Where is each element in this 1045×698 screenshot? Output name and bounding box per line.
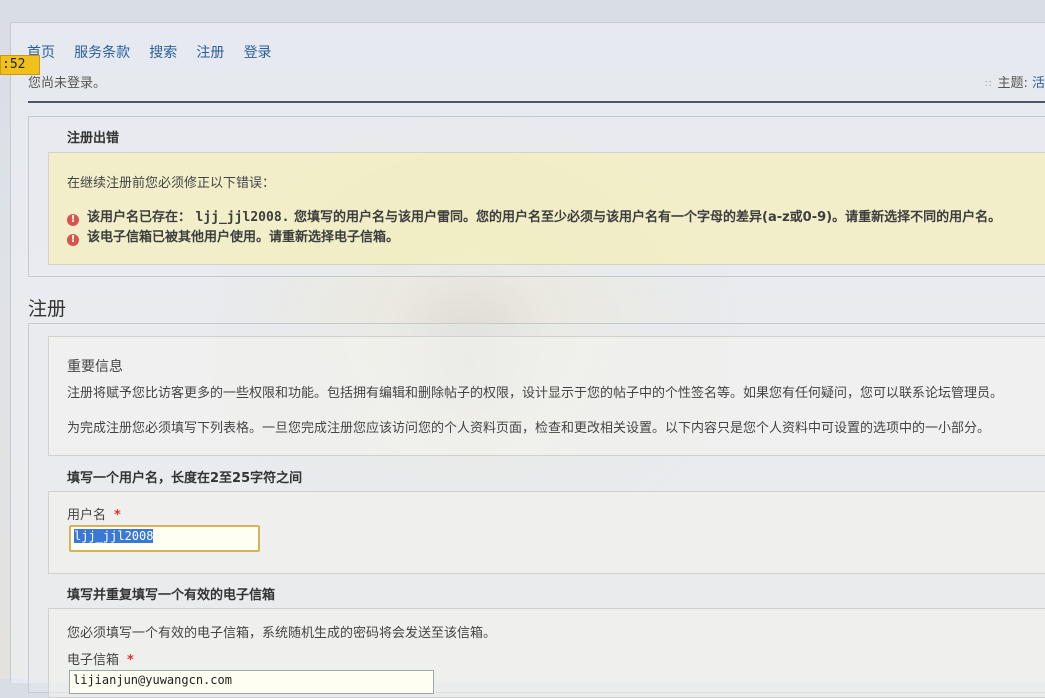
clock-badge: :52	[0, 55, 40, 75]
nav-search-link[interactable]: 搜索	[149, 45, 177, 61]
nav-login-link[interactable]: 登录	[244, 45, 272, 61]
page-title: 注册	[28, 298, 67, 320]
error-icon: !	[67, 214, 79, 226]
email-label: 电子信箱	[67, 653, 120, 668]
username-section-title: 填写一个用户名，长度在2至25字符之间	[67, 471, 303, 486]
error-item-email: ! 该电子信箱已被其他用户使用。请重新选择电子信箱。	[67, 226, 399, 246]
nav-register-link[interactable]: 注册	[196, 45, 224, 61]
username-value: ljj_jjl2008	[74, 529, 154, 543]
error-intro: 在继续注册前您必须修正以下错误：	[67, 176, 276, 191]
register-panel: 重要信息 注册将赋予您比访客更多的一些权限和功能。包括拥有编辑和删除帖子的权限，…	[28, 323, 1045, 698]
username-label: 用户名	[67, 508, 107, 523]
grip-icon: ∷	[985, 79, 992, 90]
top-navigation: 首页 服务条款 搜索 注册 登录	[27, 42, 287, 62]
username-label-row: 用户名 *	[67, 504, 121, 523]
email-input[interactable]: lijianjun@yuwangcn.com	[69, 670, 434, 694]
info-paragraph-1: 注册将赋予您比访客更多的一些权限和功能。包括拥有编辑和删除帖子的权限，设计显示于…	[67, 386, 1004, 401]
info-box: 重要信息 注册将赋予您比访客更多的一些权限和功能。包括拥有编辑和删除帖子的权限，…	[48, 336, 1045, 456]
required-marker: *	[127, 653, 134, 668]
username-box: 用户名 * ljj_jjl2008	[48, 491, 1045, 574]
error-panel-title: 注册出错	[67, 131, 120, 146]
error-icon: !	[67, 234, 79, 246]
error-box: 在继续注册前您必须修正以下错误： ! 该用户名已存在： ljj_jjl2008. …	[48, 152, 1045, 265]
theme-link[interactable]: 活	[1032, 76, 1045, 91]
email-note: 您必须填写一个有效的电子信箱，系统随机生成的密码将会发送至该信箱。	[67, 626, 497, 641]
username-input[interactable]: ljj_jjl2008	[69, 525, 260, 552]
info-title: 重要信息	[67, 359, 123, 375]
info-paragraph-2: 为完成注册您必须填写下列表格。一旦您完成注册您应该访问您的个人资料页面，检查和更…	[67, 421, 991, 436]
nav-terms-link[interactable]: 服务条款	[74, 45, 130, 61]
email-section-title: 填写并重复填写一个有效的电子信箱	[67, 588, 276, 603]
theme-selector: ∷ 主题: 活	[985, 72, 1045, 91]
required-marker: *	[114, 508, 121, 523]
email-label-row: 电子信箱 *	[67, 649, 134, 668]
theme-label: 主题:	[997, 76, 1028, 91]
header-divider	[28, 101, 1045, 103]
email-box: 您必须填写一个有效的电子信箱，系统随机生成的密码将会发送至该信箱。 电子信箱 * …	[48, 608, 1045, 698]
email-value: lijianjun@yuwangcn.com	[73, 673, 232, 687]
error-item-username: ! 该用户名已存在： ljj_jjl2008. 您填写的用户名与该用户雷同。您的用…	[67, 206, 1001, 226]
error-panel: 注册出错 在继续注册前您必须修正以下错误： ! 该用户名已存在： ljj_jjl2…	[28, 116, 1045, 277]
